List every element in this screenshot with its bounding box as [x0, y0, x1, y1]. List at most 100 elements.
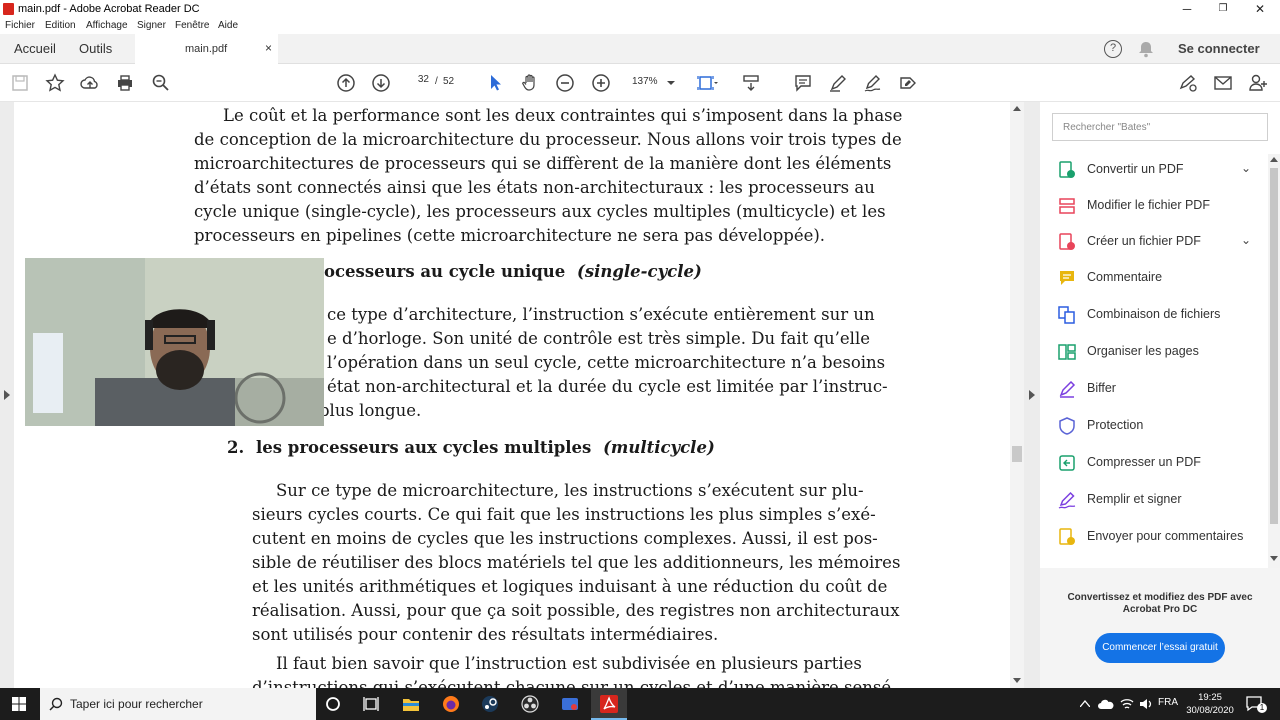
email-icon[interactable]	[1212, 73, 1234, 93]
pane-scroll-up-icon[interactable]	[1270, 156, 1278, 162]
collapse-right-pane-icon[interactable]	[1029, 390, 1035, 400]
windows-start-icon[interactable]	[12, 697, 26, 711]
comment-icon	[1060, 271, 1074, 285]
pane-scroll-down-icon[interactable]	[1270, 556, 1278, 562]
bookmark-star-icon[interactable]	[44, 73, 66, 93]
text-line: de conception de la microarchitecture du…	[194, 130, 902, 149]
task-view-icon[interactable]	[361, 694, 381, 714]
steam-icon[interactable]	[480, 694, 500, 714]
tool-comment[interactable]: Commentaire	[1058, 267, 1258, 289]
select-cursor-icon[interactable]	[484, 73, 506, 93]
menu-bar: Fichier Edition Affichage Signer Fenêtre…	[0, 18, 1280, 34]
scroll-up-arrow-icon[interactable]	[1013, 105, 1021, 111]
tools-pane-scrollbar[interactable]	[1268, 154, 1280, 568]
volume-speaker-icon[interactable]	[1139, 697, 1153, 711]
tab-tools[interactable]: Outils	[79, 41, 112, 56]
cortana-icon[interactable]	[323, 694, 343, 714]
tool-redact[interactable]: Biffer	[1058, 378, 1258, 400]
acrobat-taskbar-button[interactable]	[591, 688, 627, 720]
document-scrollbar[interactable]	[1010, 102, 1024, 688]
menu-affichage[interactable]: Affichage	[86, 20, 128, 31]
section-heading-single-cycle: ocesseurs au cycle unique (single-cycle)	[324, 260, 702, 284]
expand-left-pane-icon[interactable]	[4, 390, 10, 400]
search-zoom-icon[interactable]	[150, 73, 172, 93]
expand-chevron-icon[interactable]: ⌄	[1241, 233, 1251, 247]
upload-cloud-icon[interactable]	[79, 73, 101, 93]
share-edit-icon[interactable]	[897, 73, 919, 93]
clock[interactable]: 19:25 30/08/2020	[1186, 691, 1234, 717]
sign-in-link[interactable]: Se connecter	[1178, 41, 1260, 56]
tool-compress-pdf[interactable]: Compresser un PDF	[1058, 452, 1258, 474]
obs-studio-icon[interactable]	[520, 694, 540, 714]
file-explorer-icon[interactable]	[401, 694, 421, 714]
firefox-icon[interactable]	[441, 694, 461, 714]
highlight-pen-icon[interactable]	[827, 73, 849, 93]
save-icon[interactable]	[9, 73, 31, 93]
clock-date: 30/08/2020	[1186, 705, 1234, 716]
tool-send-for-comments[interactable]: Envoyer pour commentaires	[1058, 526, 1258, 548]
menu-aide[interactable]: Aide	[218, 20, 238, 31]
video-app-icon[interactable]	[560, 694, 580, 714]
tool-organize-pages[interactable]: Organiser les pages	[1058, 341, 1258, 363]
tool-protect[interactable]: Protection	[1058, 415, 1258, 437]
tool-label: Convertir un PDF	[1087, 162, 1184, 176]
close-tab-button[interactable]: ×	[265, 41, 272, 55]
network-wifi-icon[interactable]	[1120, 697, 1134, 711]
tool-combine-files[interactable]: Combinaison de fichiers	[1058, 304, 1258, 326]
notification-bell-icon[interactable]	[1138, 40, 1154, 58]
send-sign-icon[interactable]	[1177, 73, 1199, 93]
free-trial-button[interactable]: Commencer l’essai gratuit	[1095, 633, 1225, 663]
tool-create-pdf[interactable]: Créer un fichier PDF ⌄	[1058, 231, 1258, 253]
print-icon[interactable]	[114, 73, 136, 93]
taskbar-search-box[interactable]: Taper ici pour rechercher	[40, 688, 316, 720]
menu-fenetre[interactable]: Fenêtre	[175, 20, 209, 31]
zoom-in-icon[interactable]	[590, 73, 612, 93]
text-line: et les unités arithmétiques et logiques …	[252, 577, 888, 596]
tool-edit-pdf[interactable]: Modifier le fichier PDF	[1058, 195, 1258, 217]
page-fit-icon[interactable]	[696, 73, 718, 93]
tools-search-input[interactable]: Rechercher "Bates"	[1052, 113, 1268, 141]
scroll-mode-icon[interactable]	[740, 73, 762, 93]
scroll-down-arrow-icon[interactable]	[1013, 678, 1021, 684]
tool-label: Créer un fichier PDF	[1087, 234, 1201, 248]
tool-label: Combinaison de fichiers	[1087, 307, 1221, 321]
comment-toolbar-icon[interactable]	[792, 73, 814, 93]
hand-tool-icon[interactable]	[519, 73, 541, 93]
minimize-button[interactable]: ─	[1169, 1, 1205, 17]
menu-signer[interactable]: Signer	[137, 20, 166, 31]
show-hidden-icons-icon[interactable]	[1080, 700, 1090, 707]
text-line: Le coût et la performance sont les deux …	[223, 106, 903, 125]
menu-fichier[interactable]: Fichier	[5, 20, 35, 31]
help-icon[interactable]: ?	[1104, 40, 1122, 58]
tool-label: Biffer	[1087, 381, 1116, 395]
page-number-input[interactable]: 32	[405, 74, 429, 92]
next-page-icon[interactable]	[370, 73, 392, 93]
add-user-icon[interactable]	[1247, 73, 1269, 93]
text-line: processeurs en pipelines (cette microarc…	[194, 226, 826, 245]
tab-document[interactable]: main.pdf ×	[135, 34, 278, 64]
page-separator: /	[435, 76, 438, 87]
tool-convert-pdf[interactable]: Convertir un PDF ⌄	[1058, 159, 1258, 181]
sign-pen-icon[interactable]	[862, 73, 884, 93]
zoom-level-select[interactable]: 137%	[632, 76, 658, 87]
menu-edition[interactable]: Edition	[45, 20, 76, 31]
tab-home[interactable]: Accueil	[14, 41, 56, 56]
export-pdf-icon	[1059, 161, 1075, 178]
zoom-dropdown-chevron-icon[interactable]	[667, 81, 675, 86]
previous-page-icon[interactable]	[335, 73, 357, 93]
section-heading-multicycle: 2. les processeurs aux cycles multiples …	[227, 436, 715, 460]
expand-chevron-icon[interactable]: ⌄	[1241, 161, 1251, 175]
scroll-thumb[interactable]	[1012, 446, 1022, 462]
close-window-button[interactable]: ✕	[1242, 1, 1278, 17]
pane-scroll-thumb[interactable]	[1270, 168, 1278, 524]
input-language[interactable]: FRA	[1158, 697, 1178, 708]
tool-fill-sign[interactable]: Remplir et signer	[1058, 489, 1258, 511]
onedrive-cloud-icon[interactable]	[1098, 698, 1114, 710]
text-line: ce type d’architecture, l’instruction s’…	[327, 305, 875, 324]
fill-sign-icon	[1058, 491, 1076, 509]
heading-italic: (multicycle)	[603, 438, 715, 457]
window-title-bar: main.pdf - Adobe Acrobat Reader DC ─ ❐ ✕	[0, 0, 1280, 18]
zoom-out-icon[interactable]	[554, 73, 576, 93]
acrobat-reader-icon	[600, 695, 618, 713]
maximize-button[interactable]: ❐	[1205, 1, 1241, 17]
